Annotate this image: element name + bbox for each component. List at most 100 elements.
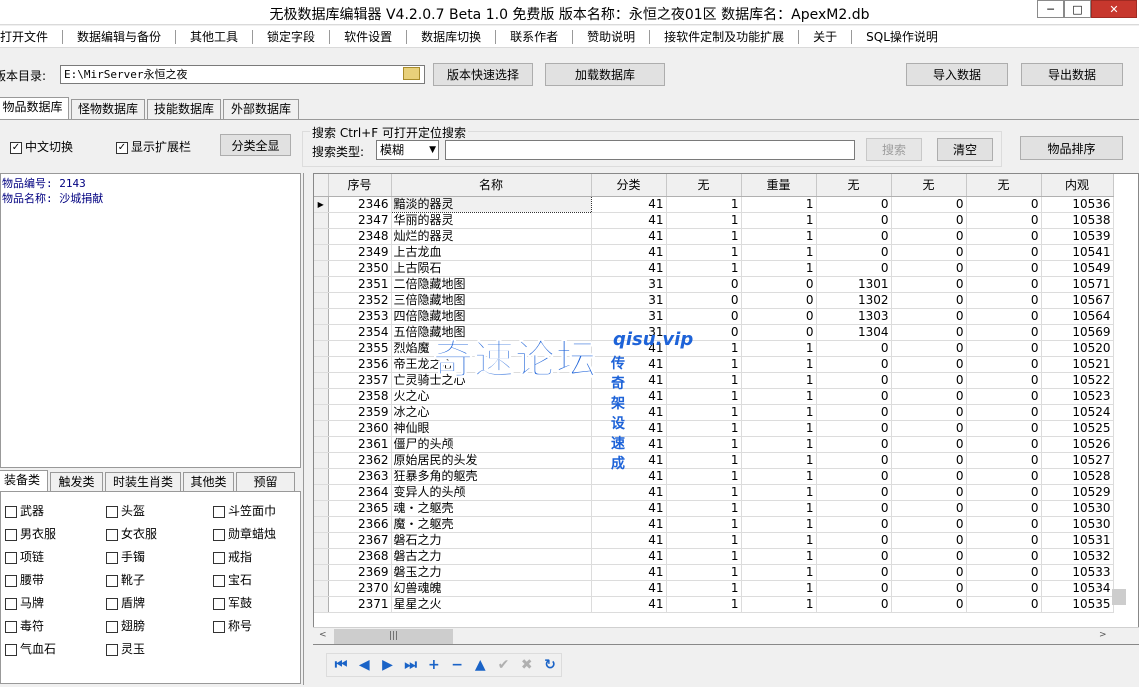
- table-cell[interactable]: 1: [666, 516, 742, 533]
- table-cell[interactable]: 亡灵骑士之心: [391, 372, 592, 389]
- table-cell[interactable]: 0: [666, 276, 742, 293]
- category-checkbox[interactable]: 马牌: [5, 594, 44, 611]
- table-cell[interactable]: 31: [591, 276, 667, 293]
- row-indicator[interactable]: [314, 548, 329, 565]
- category-checkbox[interactable]: 戒指: [213, 548, 252, 565]
- clear-button[interactable]: 清空: [937, 138, 993, 161]
- tab-trigger[interactable]: 触发类: [50, 472, 103, 491]
- category-checkbox[interactable]: 灵玉: [106, 640, 145, 657]
- table-cell[interactable]: 1303: [816, 308, 892, 325]
- table-cell[interactable]: 10527: [1041, 452, 1114, 469]
- table-cell[interactable]: 1: [666, 404, 742, 421]
- table-cell[interactable]: 1: [666, 564, 742, 581]
- table-cell[interactable]: 1: [741, 388, 817, 405]
- table-cell[interactable]: 10538: [1041, 212, 1114, 229]
- table-cell[interactable]: 灿烂的器灵: [391, 228, 592, 245]
- table-cell[interactable]: 0: [966, 388, 1042, 405]
- table-cell[interactable]: 0: [966, 196, 1042, 213]
- table-cell[interactable]: 1: [666, 212, 742, 229]
- table-cell[interactable]: 0: [891, 452, 967, 469]
- table-cell[interactable]: 2356: [328, 356, 392, 373]
- column-header[interactable]: 内观: [1041, 174, 1114, 197]
- table-cell[interactable]: 10539: [1041, 228, 1114, 245]
- table-cell[interactable]: 1: [666, 372, 742, 389]
- table-cell[interactable]: 31: [591, 308, 667, 325]
- first-icon[interactable]: ⏮: [330, 657, 352, 673]
- table-cell[interactable]: 变异人的头颅: [391, 484, 592, 501]
- table-cell[interactable]: 41: [591, 484, 667, 501]
- table-cell[interactable]: 2352: [328, 292, 392, 309]
- table-cell[interactable]: 2353: [328, 308, 392, 325]
- table-cell[interactable]: 0: [816, 548, 892, 565]
- tab-other[interactable]: 其他类: [183, 472, 234, 491]
- table-cell[interactable]: 0: [966, 484, 1042, 501]
- table-cell[interactable]: 0: [816, 580, 892, 597]
- table-cell[interactable]: 0: [966, 532, 1042, 549]
- category-checkbox[interactable]: 毒符: [5, 617, 44, 634]
- table-cell[interactable]: 2367: [328, 532, 392, 549]
- table-cell[interactable]: 41: [591, 228, 667, 245]
- table-row[interactable]: 2347 华丽的器灵 41 1 1 0 0 0 10538: [314, 212, 1114, 229]
- table-cell[interactable]: 0: [891, 548, 967, 565]
- table-row[interactable]: 2349 上古龙血 41 1 1 0 0 0 10541: [314, 244, 1114, 261]
- tab-fashion[interactable]: 时装生肖类: [105, 472, 181, 491]
- table-cell[interactable]: 0: [966, 404, 1042, 421]
- table-cell[interactable]: 0: [666, 292, 742, 309]
- search-button[interactable]: 搜索: [866, 138, 922, 161]
- category-checkbox[interactable]: 女衣服: [106, 525, 157, 542]
- table-cell[interactable]: 0: [966, 468, 1042, 485]
- table-cell[interactable]: 2351: [328, 276, 392, 293]
- row-indicator[interactable]: [314, 276, 329, 293]
- table-cell[interactable]: 1302: [816, 292, 892, 309]
- table-cell[interactable]: 0: [966, 324, 1042, 341]
- horizontal-scroll-thumb[interactable]: |||: [334, 629, 453, 644]
- table-cell[interactable]: 1: [741, 516, 817, 533]
- folder-icon[interactable]: [403, 67, 420, 80]
- table-cell[interactable]: 10564: [1041, 308, 1114, 325]
- table-cell[interactable]: 0: [816, 404, 892, 421]
- table-cell[interactable]: 41: [591, 404, 667, 421]
- table-cell[interactable]: 31: [591, 324, 667, 341]
- next-icon[interactable]: ▶: [376, 657, 398, 673]
- table-cell[interactable]: 0: [966, 436, 1042, 453]
- table-cell[interactable]: 2364: [328, 484, 392, 501]
- table-cell[interactable]: 1: [741, 564, 817, 581]
- table-cell[interactable]: 0: [966, 500, 1042, 517]
- row-indicator[interactable]: [314, 212, 329, 229]
- table-cell[interactable]: 41: [591, 356, 667, 373]
- table-cell[interactable]: 0: [966, 276, 1042, 293]
- table-cell[interactable]: 0: [891, 308, 967, 325]
- close-button[interactable]: ✕: [1091, 0, 1137, 18]
- table-cell[interactable]: 帝王龙之心: [391, 356, 592, 373]
- column-header[interactable]: 名称: [391, 174, 592, 197]
- category-checkbox[interactable]: 称号: [213, 617, 252, 634]
- table-cell[interactable]: 0: [741, 292, 817, 309]
- table-cell[interactable]: 10571: [1041, 276, 1114, 293]
- table-cell[interactable]: 1: [741, 404, 817, 421]
- table-cell[interactable]: 磐玉之力: [391, 564, 592, 581]
- table-cell[interactable]: 1: [666, 260, 742, 277]
- menu-item-4[interactable]: 软件设置: [330, 29, 408, 44]
- table-cell[interactable]: 10535: [1041, 596, 1114, 613]
- table-cell[interactable]: 原始居民的头发: [391, 452, 592, 469]
- table-cell[interactable]: 1: [741, 340, 817, 357]
- table-cell[interactable]: 1: [666, 196, 742, 213]
- table-cell[interactable]: 2370: [328, 580, 392, 597]
- table-cell[interactable]: 1: [741, 452, 817, 469]
- table-cell[interactable]: 2348: [328, 228, 392, 245]
- table-cell[interactable]: 1: [666, 468, 742, 485]
- row-indicator[interactable]: [314, 532, 329, 549]
- table-cell[interactable]: 1: [666, 452, 742, 469]
- table-cell[interactable]: 1: [741, 196, 817, 213]
- table-cell[interactable]: 1: [666, 596, 742, 613]
- table-cell[interactable]: 0: [816, 516, 892, 533]
- table-cell[interactable]: 10532: [1041, 548, 1114, 565]
- table-cell[interactable]: 0: [816, 196, 892, 213]
- table-cell[interactable]: 2366: [328, 516, 392, 533]
- table-row[interactable]: 2353 四倍隐藏地图 31 0 0 1303 0 0 10564: [314, 308, 1114, 325]
- table-cell[interactable]: 1: [741, 356, 817, 373]
- table-cell[interactable]: 10521: [1041, 356, 1114, 373]
- search-input[interactable]: [445, 140, 855, 160]
- table-cell[interactable]: 2360: [328, 420, 392, 437]
- category-checkbox[interactable]: 气血石: [5, 640, 56, 657]
